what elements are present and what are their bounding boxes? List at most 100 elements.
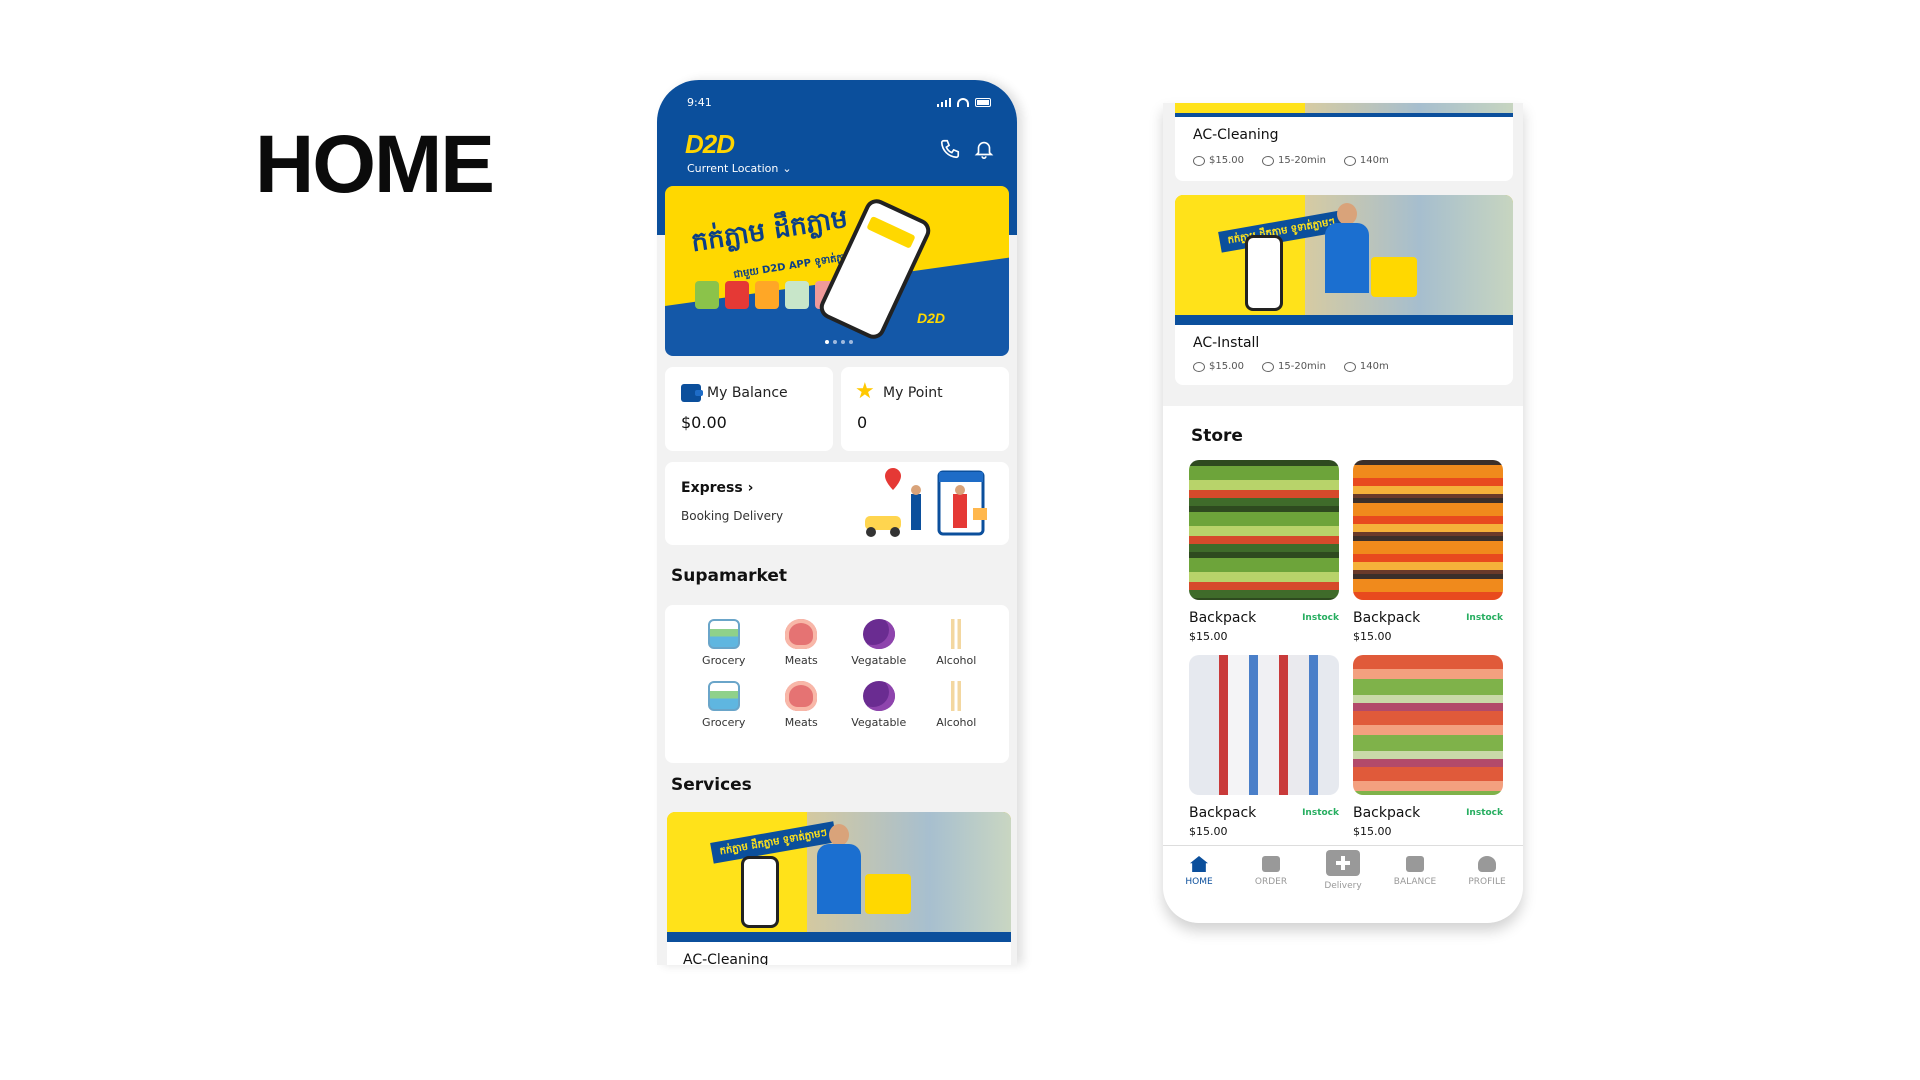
signal-icon [937, 97, 951, 107]
bell-icon[interactable] [973, 138, 995, 160]
vegetable-icon [862, 681, 895, 711]
category-label: Grocery [702, 716, 746, 729]
product-price: $15.00 [1189, 825, 1228, 838]
meat-icon [785, 681, 818, 711]
category-label: Meats [784, 654, 818, 667]
location-label: Current Location [687, 162, 779, 175]
status-bar: 9:41 [687, 94, 991, 110]
category-grid-card: Grocery Meats Vegatable Alcohol Grocery Meats… [665, 605, 1009, 763]
phone-icon[interactable] [939, 138, 961, 160]
stock-badge: Instock [1302, 613, 1339, 623]
product-card[interactable]: Backpack Instock $15.00 [1189, 655, 1339, 838]
meat-icon [785, 619, 818, 649]
delivery-icon [1193, 155, 1205, 166]
store-title: Store [1191, 426, 1243, 446]
status-time: 9:41 [687, 95, 712, 109]
stock-badge: Instock [1466, 808, 1503, 818]
service-banner-image: កក់ភ្លាម ដឹកភ្លាម ទូទាត់ភ្លាមៗ [667, 812, 1011, 942]
delivery-illustration [865, 468, 987, 537]
express-card[interactable]: Express › Booking Delivery [665, 462, 1009, 545]
chevron-down-icon: ⌄ [782, 162, 792, 175]
star-icon: ★ [855, 379, 875, 404]
battery-icon [975, 97, 991, 107]
service-meta: $15.00 15-20min 140m [1193, 361, 1389, 372]
nav-label: ORDER [1254, 877, 1288, 887]
nav-item-order[interactable]: ORDER [1241, 856, 1301, 887]
product-card[interactable]: Backpack Instock $15.00 [1353, 655, 1503, 838]
alcohol-icon [940, 681, 973, 711]
wifi-icon [957, 97, 969, 107]
product-name: Backpack [1353, 610, 1421, 626]
chevron-right-icon: › [747, 480, 754, 496]
location-pin-icon [1343, 155, 1356, 166]
supermarket-title: Supamarket [671, 566, 788, 586]
nav-label: PROFILE [1468, 877, 1506, 887]
cart-icon [1262, 856, 1280, 872]
service-banner-image: កក់ភ្លាម ដឹកភ្លាម ទូទាត់ភ្លាមៗ [1175, 195, 1513, 325]
nav-item-balance[interactable]: BALANCE [1385, 856, 1445, 887]
category-label: Grocery [702, 654, 746, 667]
nav-item-profile[interactable]: PROFILE [1457, 856, 1517, 887]
store-section: Store Backpack Instock $15.00 Backpack Ins… [1163, 406, 1523, 866]
product-price: $15.00 [1353, 825, 1392, 838]
bottom-navigation: HOME ORDER Delivery BALANCE PROFILE [1163, 845, 1523, 923]
point-label: My Point [883, 385, 943, 401]
carousel-dots[interactable] [825, 340, 853, 344]
category-label: Meats [784, 716, 818, 729]
banner-logo: D2D [916, 310, 945, 326]
category-item[interactable]: Vegatable [840, 681, 918, 729]
category-item[interactable]: Alcohol [918, 619, 996, 667]
express-subtitle: Booking Delivery [681, 509, 784, 523]
stock-badge: Instock [1302, 808, 1339, 818]
category-label: Alcohol [936, 654, 977, 667]
stock-badge: Instock [1466, 613, 1503, 623]
express-title: Express [681, 480, 743, 496]
category-item[interactable]: Meats [763, 681, 841, 729]
category-item[interactable]: Meats [763, 619, 841, 667]
nav-label: BALANCE [1393, 877, 1437, 887]
service-name: AC-Cleaning [683, 952, 769, 965]
grocery-icon [707, 619, 740, 649]
promo-banner[interactable]: កក់ភ្លាម ដឹកភ្លាម ជាមួយ D2D APP ទូទាត់ភ្… [665, 186, 1009, 356]
alcohol-icon [940, 619, 973, 649]
showcase-page: HOME 9:41 D2D Current Location ⌄ កក់ភ្លា… [0, 0, 1920, 1080]
groceries-illustration [695, 281, 839, 309]
service-name: AC-Install [1193, 335, 1260, 351]
product-price: $15.00 [1353, 630, 1392, 643]
grocery-icon [707, 681, 740, 711]
balance-card[interactable]: My Balance $0.00 [665, 367, 833, 451]
service-meta: $15.00 15-20min 140m [1193, 155, 1389, 166]
app-logo: D2D [685, 129, 735, 159]
category-label: Vegatable [851, 716, 907, 729]
location-selector[interactable]: Current Location ⌄ [687, 162, 792, 175]
service-card-ac-cleaning[interactable]: AC-Cleaning $15.00 15-20min 140m [1175, 103, 1513, 181]
service-card-ac-install[interactable]: កក់ភ្លាម ដឹកភ្លាម ទូទាត់ភ្លាមៗ AC-Instal… [1175, 195, 1513, 385]
balance-value: $0.00 [681, 413, 727, 432]
category-label: Alcohol [936, 716, 977, 729]
point-card[interactable]: ★ My Point 0 [841, 367, 1009, 451]
product-name: Backpack [1189, 805, 1257, 821]
product-name: Backpack [1189, 610, 1257, 626]
page-heading: HOME [255, 119, 495, 210]
category-item[interactable]: Grocery [685, 681, 763, 729]
category-item[interactable]: Vegatable [840, 619, 918, 667]
location-pin-icon [1343, 361, 1356, 372]
service-card[interactable]: កក់ភ្លាម ដឹកភ្លាម ទូទាត់ភ្លាមៗ AC-Cleani… [667, 812, 1011, 965]
nav-label: Delivery [1324, 881, 1362, 891]
phone-home-top: 9:41 D2D Current Location ⌄ កក់ភ្លាម ដឹក… [657, 80, 1017, 965]
user-icon [1478, 856, 1496, 872]
point-value: 0 [857, 413, 868, 432]
nav-item-home[interactable]: HOME [1169, 856, 1229, 887]
category-item[interactable]: Alcohol [918, 681, 996, 729]
service-name: AC-Cleaning [1193, 127, 1279, 143]
category-item[interactable]: Grocery [685, 619, 763, 667]
nav-item-delivery[interactable]: Delivery [1313, 850, 1373, 891]
product-name: Backpack [1353, 805, 1421, 821]
product-card[interactable]: Backpack Instock $15.00 [1189, 460, 1339, 643]
product-card[interactable]: Backpack Instock $15.00 [1353, 460, 1503, 643]
clock-icon [1262, 155, 1274, 166]
services-title: Services [671, 775, 752, 795]
plus-icon [1326, 850, 1360, 876]
category-grid: Grocery Meats Vegatable Alcohol Grocery Meats… [685, 619, 995, 729]
balance-label: My Balance [707, 385, 788, 401]
